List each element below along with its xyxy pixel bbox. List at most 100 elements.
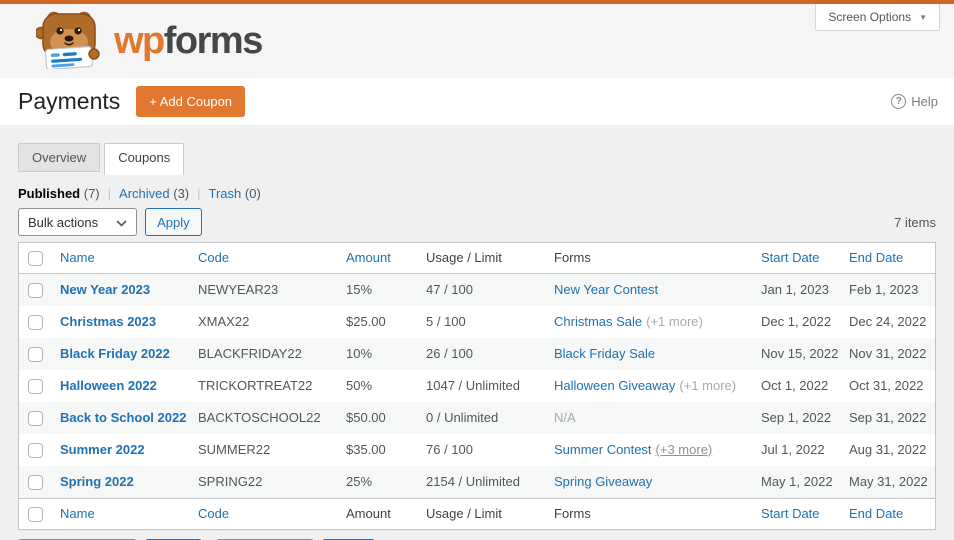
coupon-amount: $25.00 — [346, 314, 386, 329]
coupon-name-link[interactable]: Back to School 2022 — [60, 410, 186, 425]
coupon-end-date: Sep 31, 2022 — [849, 410, 927, 425]
column-header-usage-limit: Usage / Limit — [416, 498, 544, 529]
column-header-usage-limit: Usage / Limit — [416, 243, 544, 274]
table-row: Back to School 2022 BACKTOSCHOOL22 $50.00 0… — [19, 402, 935, 434]
coupon-end-date: May 31, 2022 — [849, 474, 928, 489]
screen-options-button[interactable]: Screen Options ▼ — [815, 4, 940, 31]
wpforms-mascot-icon — [34, 9, 102, 74]
bulk-actions-select[interactable]: Bulk actions — [18, 208, 138, 236]
coupon-name-link[interactable]: Christmas 2023 — [60, 314, 156, 329]
form-link[interactable]: New Year Contest — [554, 282, 658, 297]
coupon-start-date: Nov 15, 2022 — [761, 346, 839, 361]
table-row: Summer 2022 SUMMER22 $35.00 76 / 100 Summer … — [19, 434, 935, 466]
coupon-forms: Christmas Sale (+1 more) — [544, 306, 751, 338]
coupon-forms: New Year Contest — [544, 274, 751, 307]
table-row: New Year 2023 NEWYEAR23 15% 47 / 100 New Yea… — [19, 273, 935, 307]
coupons-table-wrap: Name Code Amount Usage / Limit Forms Start Da… — [18, 242, 936, 530]
page-header: Payments + Add Coupon ? Help — [0, 78, 954, 125]
column-header-name[interactable]: Name — [50, 498, 188, 529]
row-checkbox[interactable] — [28, 315, 43, 331]
view-filters: Published (7) | Archived (3) | Trash (0) — [18, 186, 936, 201]
column-header-forms: Forms — [544, 243, 751, 274]
coupon-amount: 10% — [346, 346, 373, 361]
coupon-amount: 50% — [346, 378, 373, 393]
coupon-code: NEWYEAR23 — [198, 282, 279, 297]
coupon-code: TRICKORTREAT22 — [198, 378, 313, 393]
coupon-usage: 2154 / Unlimited — [426, 474, 520, 489]
coupon-usage: 5 / 100 — [426, 314, 466, 329]
coupon-end-date: Oct 31, 2022 — [849, 378, 924, 393]
coupon-name-link[interactable]: Spring 2022 — [60, 474, 134, 489]
help-label: Help — [911, 94, 938, 109]
view-archived[interactable]: Archived (3) — [119, 186, 189, 201]
coupon-start-date: May 1, 2022 — [761, 474, 833, 489]
column-header-amount[interactable]: Amount — [336, 243, 416, 274]
form-na: N/A — [554, 410, 576, 425]
form-link[interactable]: Spring Giveaway — [554, 474, 652, 489]
add-coupon-button[interactable]: + Add Coupon — [136, 86, 246, 117]
coupon-start-date: Dec 1, 2022 — [761, 314, 832, 329]
select-all-checkbox[interactable] — [28, 507, 43, 523]
form-link[interactable]: Christmas Sale — [554, 314, 642, 329]
coupon-amount: 15% — [346, 282, 373, 297]
coupon-forms: Halloween Giveaway (+1 more) — [544, 370, 751, 402]
top-toolbar: Bulk actions Apply 7 items — [18, 207, 936, 237]
row-checkbox[interactable] — [28, 443, 43, 459]
coupon-end-date: Aug 31, 2022 — [849, 442, 927, 457]
row-checkbox[interactable] — [28, 475, 43, 491]
column-header-end-date[interactable]: End Date — [839, 498, 935, 529]
table-header: Name Code Amount Usage / Limit Forms Start Da… — [19, 243, 935, 274]
view-trash[interactable]: Trash (0) — [209, 186, 261, 201]
view-published[interactable]: Published (7) — [18, 186, 100, 201]
table-row: Halloween 2022 TRICKORTREAT22 50% 1047 / Un… — [19, 370, 935, 402]
coupon-forms: Summer Contest (+3 more) — [544, 434, 751, 466]
row-checkbox[interactable] — [28, 379, 43, 395]
coupon-start-date: Jul 1, 2022 — [761, 442, 825, 457]
column-header-end-date[interactable]: End Date — [839, 243, 935, 274]
bulk-actions-label: Bulk actions — [28, 214, 99, 230]
table-body: New Year 2023 NEWYEAR23 15% 47 / 100 New Yea… — [19, 273, 935, 499]
coupon-code: BLACKFRIDAY22 — [198, 346, 302, 361]
row-checkbox[interactable] — [28, 411, 43, 427]
column-header-start-date[interactable]: Start Date — [751, 243, 839, 274]
coupon-start-date: Sep 1, 2022 — [761, 410, 832, 425]
column-header-code[interactable]: Code — [188, 498, 336, 529]
coupon-name-link[interactable]: New Year 2023 — [60, 282, 150, 297]
table-row: Black Friday 2022 BLACKFRIDAY22 10% 26 / 10… — [19, 338, 935, 370]
form-link[interactable]: Summer Contest — [554, 442, 652, 457]
help-link[interactable]: ? Help — [891, 94, 938, 109]
apply-button[interactable]: Apply — [145, 208, 202, 236]
coupon-forms: Spring Giveaway — [544, 466, 751, 499]
form-more-link[interactable]: (+3 more) — [656, 442, 713, 457]
separator: | — [107, 186, 112, 201]
coupon-start-date: Oct 1, 2022 — [761, 378, 829, 393]
column-header-code[interactable]: Code — [188, 243, 336, 274]
wpforms-logo-text: wpforms — [114, 20, 263, 62]
form-more-link: (+1 more) — [646, 314, 703, 329]
coupon-usage: 76 / 100 — [426, 442, 473, 457]
row-checkbox[interactable] — [28, 283, 43, 299]
items-count: 7 items — [894, 214, 936, 230]
tab-coupons[interactable]: Coupons — [104, 143, 185, 175]
coupon-end-date: Feb 1, 2023 — [849, 282, 919, 297]
tab-overview[interactable]: Overview — [18, 143, 101, 172]
row-checkbox[interactable] — [28, 347, 43, 363]
coupon-end-date: Dec 24, 2022 — [849, 314, 927, 329]
main-content: Overview Coupons Published (7) | Archive… — [0, 125, 954, 540]
coupon-name-link[interactable]: Halloween 2022 — [60, 378, 157, 393]
select-all-checkbox[interactable] — [28, 251, 43, 267]
chevron-down-icon — [116, 215, 127, 230]
column-header-name[interactable]: Name — [50, 243, 188, 274]
coupon-end-date: Nov 31, 2022 — [849, 346, 927, 361]
coupon-name-link[interactable]: Black Friday 2022 — [60, 346, 170, 361]
coupon-name-link[interactable]: Summer 2022 — [60, 442, 145, 457]
column-header-start-date[interactable]: Start Date — [751, 498, 839, 529]
coupon-code: XMAX22 — [198, 314, 250, 329]
tab-bar: Overview Coupons — [18, 143, 936, 175]
form-link[interactable]: Halloween Giveaway — [554, 378, 675, 393]
page-title: Payments — [18, 88, 121, 114]
form-link[interactable]: Black Friday Sale — [554, 346, 655, 361]
coupon-usage: 47 / 100 — [426, 282, 473, 297]
table-row: Christmas 2023 XMAX22 $25.00 5 / 100 Christm… — [19, 306, 935, 338]
help-icon: ? — [891, 94, 907, 109]
